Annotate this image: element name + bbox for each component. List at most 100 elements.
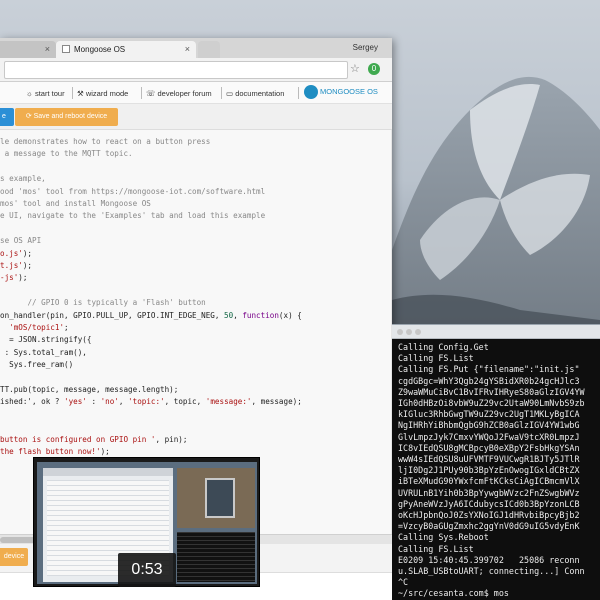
code-token: 'yes' — [64, 397, 87, 407]
code-line: : Sys.total_ram(), — [0, 347, 87, 359]
code-line: = JSON.stringify({ — [0, 334, 91, 346]
code-token: button is configured on GPIO pin ' — [0, 434, 156, 444]
nav-divider — [141, 87, 142, 99]
code-token: -js' — [0, 273, 19, 283]
lightbulb-icon: ☼ — [26, 89, 33, 98]
wand-icon: ⚒ — [77, 89, 84, 98]
code-line: 'mOS/topic1'; — [0, 322, 69, 334]
terminal-line: Calling FS.Put {"filename":"init.js" — [398, 364, 580, 375]
code-token: on_handler(pin, GPIO.PULL_UP, GPIO.INT_E… — [0, 310, 225, 320]
nav-divider — [72, 87, 73, 99]
terminal-line: u.SLAB_USBtoUART; connecting...] Conn — [398, 566, 585, 576]
code-token: mos' tool and install Mongoose OS — [0, 199, 151, 208]
video-device-board — [205, 478, 235, 518]
save-and-reboot-button[interactable]: ⟳ Save and reboot device — [15, 108, 118, 126]
code-token: ; — [64, 323, 69, 332]
code-token: ); — [100, 447, 110, 456]
code-token: a message to the MQTT topic. — [0, 149, 133, 159]
code-token: ); — [18, 273, 28, 283]
terminal-line: Calling FS.List — [398, 543, 474, 554]
video-window-bar — [43, 468, 173, 476]
code-token: , message); — [251, 397, 302, 407]
code-line: s example, — [0, 173, 46, 185]
video-terminal-view — [177, 532, 255, 582]
code-token: 50 — [224, 310, 234, 320]
tab-inactive[interactable]: × — [0, 41, 56, 58]
terminal-line: E0209 15:40:45.399702 25086 reconn — [398, 554, 580, 565]
new-tab-button[interactable] — [198, 41, 220, 58]
book-icon: ▭ — [226, 89, 234, 98]
nav-divider — [298, 87, 299, 99]
code-token: 'message:' — [205, 397, 252, 407]
tab-close-icon[interactable]: × — [45, 44, 50, 54]
terminal-zoom-button[interactable] — [415, 329, 421, 335]
terminal-line: IC8vIEdQSU8gMCBpcyB0eXBpY2FsbHkgYSAn — [398, 442, 580, 453]
code-token: : Sys.total_ram(), — [0, 347, 87, 357]
code-line: ished:', ok ? 'yes' : 'no', 'topic:', to… — [0, 396, 302, 408]
code-token: ); — [22, 248, 33, 258]
nav-divider — [221, 87, 222, 99]
code-token: ); — [22, 261, 33, 270]
bookmark-star-icon[interactable]: ☆ — [350, 62, 360, 75]
mongoose-logo-icon — [304, 85, 318, 99]
url-input[interactable] — [4, 61, 348, 79]
terminal-line: ljI0Dg2J1PUy90b3BpYzEnOwogIGxldCBtZX — [398, 465, 580, 476]
profile-name[interactable]: Sergey — [353, 43, 378, 52]
terminal-line: cgdGBgc=WhY3Qgb24gYSBidXR0b24gcHJlc3 — [398, 375, 580, 386]
terminal-line: UVRULnB1Yih0b3BpYywgbWVzc2FnZSwgbWVz — [398, 487, 580, 498]
terminal-window[interactable]: Calling Config.Get Calling FS.List Calling… — [392, 324, 600, 600]
code-token: e UI, navigate to the 'Examples' tab and… — [0, 211, 266, 221]
code-token: s example, — [0, 174, 46, 184]
code-line: TT.pub(topic, message, message.length); — [0, 384, 178, 396]
code-token: , — [233, 310, 243, 320]
terminal-line: kIGluc3RhbGwgTW9uZ29vc2UgT1MKLyBgICA — [398, 409, 580, 420]
code-line: o.js'); — [0, 248, 32, 260]
code-token: = JSON.stringify({ — [0, 335, 92, 345]
tab-mongoose-os[interactable]: Mongoose OS × — [56, 41, 196, 58]
code-line: Sys.free_ram() — [0, 359, 73, 371]
terminal-line: Z9waWMuCiBvC1BvIFRvIHRyeS80aGlzIGV4YW — [398, 386, 585, 397]
terminal-line: iBTeXMudG90YWxfcmFtKCksCiAgICBmcmVlX — [398, 476, 580, 487]
terminal-line: Calling Sys.Reboot — [398, 532, 489, 543]
terminal-line: GlvLmpzJyk7CmxvYWQoJ2FwaV9tcXR0LmpzJ — [398, 431, 580, 442]
mongoose-os-logo[interactable]: MONGOOSE OS — [304, 85, 378, 101]
code-token: le demonstrates how to react on a button… — [0, 137, 211, 146]
code-token: se OS API — [0, 236, 42, 246]
tab-label: Mongoose OS — [74, 45, 126, 54]
terminal-line: gPyAneWVzJyA6ICdubycsICd0b3BpYzonLCB — [398, 498, 580, 509]
code-token: // GPIO 0 is typically a 'Flash' button — [27, 298, 206, 308]
code-line: a message to the MQTT topic. — [0, 148, 133, 160]
code-token: 'mOS/topic1' — [9, 323, 65, 332]
code-token: Sys.free_ram() — [0, 360, 74, 370]
code-token: function — [242, 310, 279, 320]
code-token: the flash button now!' — [0, 447, 101, 456]
code-line: le demonstrates how to react on a button… — [0, 136, 210, 148]
terminal-line: oKcHJpbnQoJ0ZsYXNoIGJ1dHRvbiBpcyBjb2 — [398, 510, 580, 520]
address-bar-row: ☆ 0 — [0, 58, 392, 82]
nav-developer-forum[interactable]: ☏ developer forum — [146, 89, 212, 98]
device-button[interactable]: device — [0, 548, 28, 566]
terminal-line: ^C — [398, 577, 409, 588]
code-line: ood 'mos' tool from https://mongoose-iot… — [0, 186, 265, 198]
blue-action-button[interactable]: e — [0, 108, 14, 126]
code-token: ood 'mos' tool from https://mongoose-iot… — [0, 186, 266, 196]
nav-documentation[interactable]: ▭ documentation — [226, 89, 284, 98]
terminal-line: ~/src/cesanta.com$ mos — [398, 588, 509, 599]
code-token: o.js' — [0, 248, 23, 258]
tab-strip: × Mongoose OS × Sergey — [0, 38, 392, 58]
terminal-line: IGh0dHBzOi8vbW9uZ29vc2UtaW90LmNvbS9zb — [398, 398, 585, 408]
tab-close-icon[interactable]: × — [185, 44, 190, 54]
terminal-minimize-button[interactable] — [406, 329, 412, 335]
code-line: e UI, navigate to the 'Examples' tab and… — [0, 210, 265, 222]
nav-wizard-mode[interactable]: ⚒ wizard mode — [77, 89, 128, 98]
chat-icon: ☏ — [146, 89, 156, 98]
terminal-close-button[interactable] — [397, 329, 403, 335]
terminal-titlebar[interactable] — [392, 325, 600, 339]
extension-icon[interactable]: 0 — [368, 63, 380, 75]
nav-start-tour[interactable]: ☼ start tour — [26, 89, 65, 98]
terminal-line: wwW4sIEdQSU8uUFVMTF9VUCwgR1BJTy5JTlR — [398, 454, 580, 464]
code-token: 'topic:' — [128, 397, 165, 407]
code-token: ished:', ok ? — [0, 397, 65, 407]
